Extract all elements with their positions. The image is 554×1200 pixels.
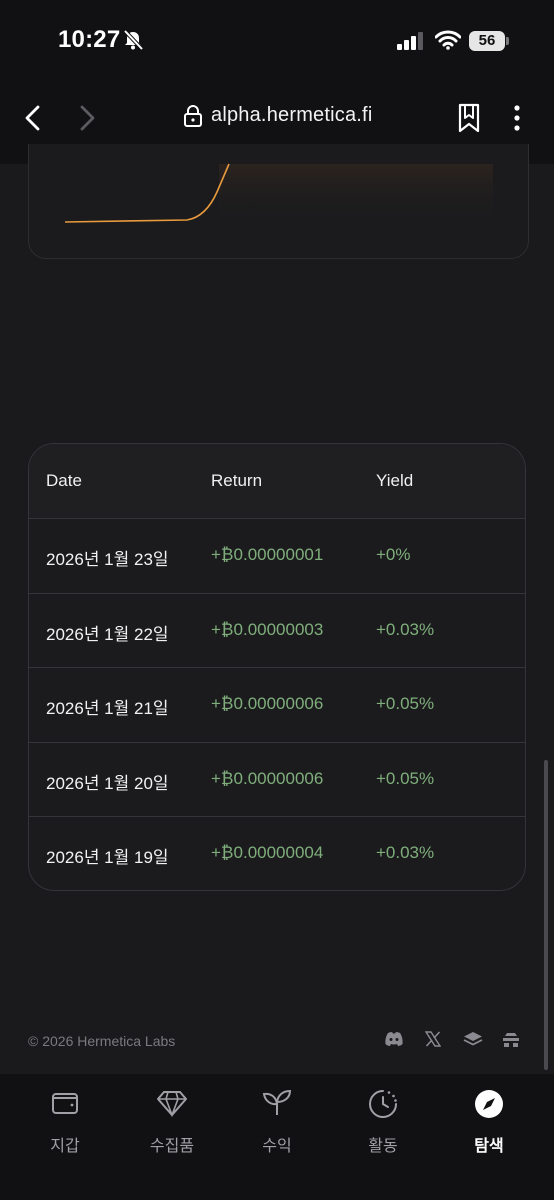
row-date: 2026년 1월 23일 <box>46 550 169 569</box>
battery-nub <box>506 37 509 45</box>
row-yield: +0.05% <box>376 694 435 714</box>
discord-icon[interactable] <box>384 1031 404 1052</box>
row-date: 2026년 1월 21일 <box>46 699 169 719</box>
tab-explore[interactable]: 탐색 <box>444 1088 534 1156</box>
compass-icon <box>444 1088 534 1122</box>
returns-table: Date Return Yield 2026년 1월 23일 +₿0.00000… <box>28 443 526 891</box>
header-date[interactable]: Date <box>46 471 82 491</box>
row-return: +₿0.00000006 <box>211 694 324 714</box>
row-yield: +0.03% <box>376 843 435 863</box>
url-address[interactable]: alpha.hermetica.fi <box>211 104 372 127</box>
row-return: +₿0.00000006 <box>211 768 324 788</box>
table-row: 2026년 1월 19일 +₿0.00000004 +0.03% <box>29 817 525 890</box>
table-row: 2026년 1월 21일 +₿0.00000006 +0.05% <box>29 668 525 743</box>
tab-label: 탐색 <box>474 1138 504 1155</box>
chart-series-line <box>64 163 230 223</box>
battery-indicator: 56 <box>469 31 505 51</box>
tab-label: 지갑 <box>50 1138 80 1155</box>
cellular-signal-icon <box>397 32 425 55</box>
status-bar: 10:27 56 <box>0 0 554 80</box>
forward-arrow-icon[interactable] <box>76 104 98 137</box>
page-content: Date Return Yield 2026년 1월 23일 +₿0.00000… <box>0 144 554 1074</box>
row-return: +₿0.00000004 <box>211 843 324 863</box>
tab-label: 수익 <box>262 1138 292 1155</box>
hive-icon[interactable] <box>502 1031 520 1054</box>
row-yield: +0% <box>376 545 411 564</box>
header-return[interactable]: Return <box>211 471 262 491</box>
status-time: 10:27 <box>58 26 121 53</box>
x-icon[interactable] <box>424 1031 442 1052</box>
row-return: +₿0.00000003 <box>211 619 324 639</box>
bookmark-icon[interactable] <box>456 102 482 139</box>
performance-chart <box>64 163 493 226</box>
row-return: +₿0.00000001 <box>211 545 324 564</box>
wallet-icon <box>20 1088 110 1122</box>
table-header-row: Date Return Yield <box>29 444 525 519</box>
tab-label: 수집품 <box>149 1138 195 1155</box>
row-date: 2026년 1월 20일 <box>46 773 169 793</box>
row-date: 2026년 1월 22일 <box>46 624 169 644</box>
tab-activity[interactable]: 활동 <box>338 1088 428 1156</box>
tab-wallet[interactable]: 지갑 <box>20 1088 110 1156</box>
tab-collectibles[interactable]: 수집품 <box>127 1088 217 1156</box>
bottom-tab-bar: 지갑 수집품 수익 활동 탐색 <box>0 1074 554 1200</box>
lock-icon <box>183 105 203 132</box>
footer-copyright: © 2026 Hermetica Labs <box>28 1033 176 1049</box>
table-row: 2026년 1월 22일 +₿0.00000003 +0.03% <box>29 594 525 669</box>
performance-chart-card <box>28 144 529 259</box>
tab-earn[interactable]: 수익 <box>232 1088 322 1156</box>
docs-layers-icon[interactable] <box>463 1031 483 1052</box>
back-arrow-icon[interactable] <box>22 104 44 137</box>
sprout-icon <box>232 1088 322 1122</box>
row-yield: +0.05% <box>376 768 435 788</box>
chart-area-fill <box>219 164 493 226</box>
silent-bell-icon <box>122 29 144 56</box>
table-row: 2026년 1월 23일 +₿0.00000001 +0% <box>29 519 525 594</box>
row-date: 2026년 1월 19일 <box>46 848 169 868</box>
diamond-icon <box>127 1088 217 1122</box>
more-vertical-icon[interactable] <box>512 104 522 137</box>
page-scrollbar[interactable] <box>544 760 548 1070</box>
table-row: 2026년 1월 20일 +₿0.00000006 +0.05% <box>29 743 525 818</box>
history-clock-icon <box>338 1088 428 1122</box>
tab-label: 활동 <box>368 1138 398 1155</box>
row-yield: +0.03% <box>376 619 435 639</box>
wifi-icon <box>434 30 462 55</box>
header-yield[interactable]: Yield <box>376 471 413 491</box>
